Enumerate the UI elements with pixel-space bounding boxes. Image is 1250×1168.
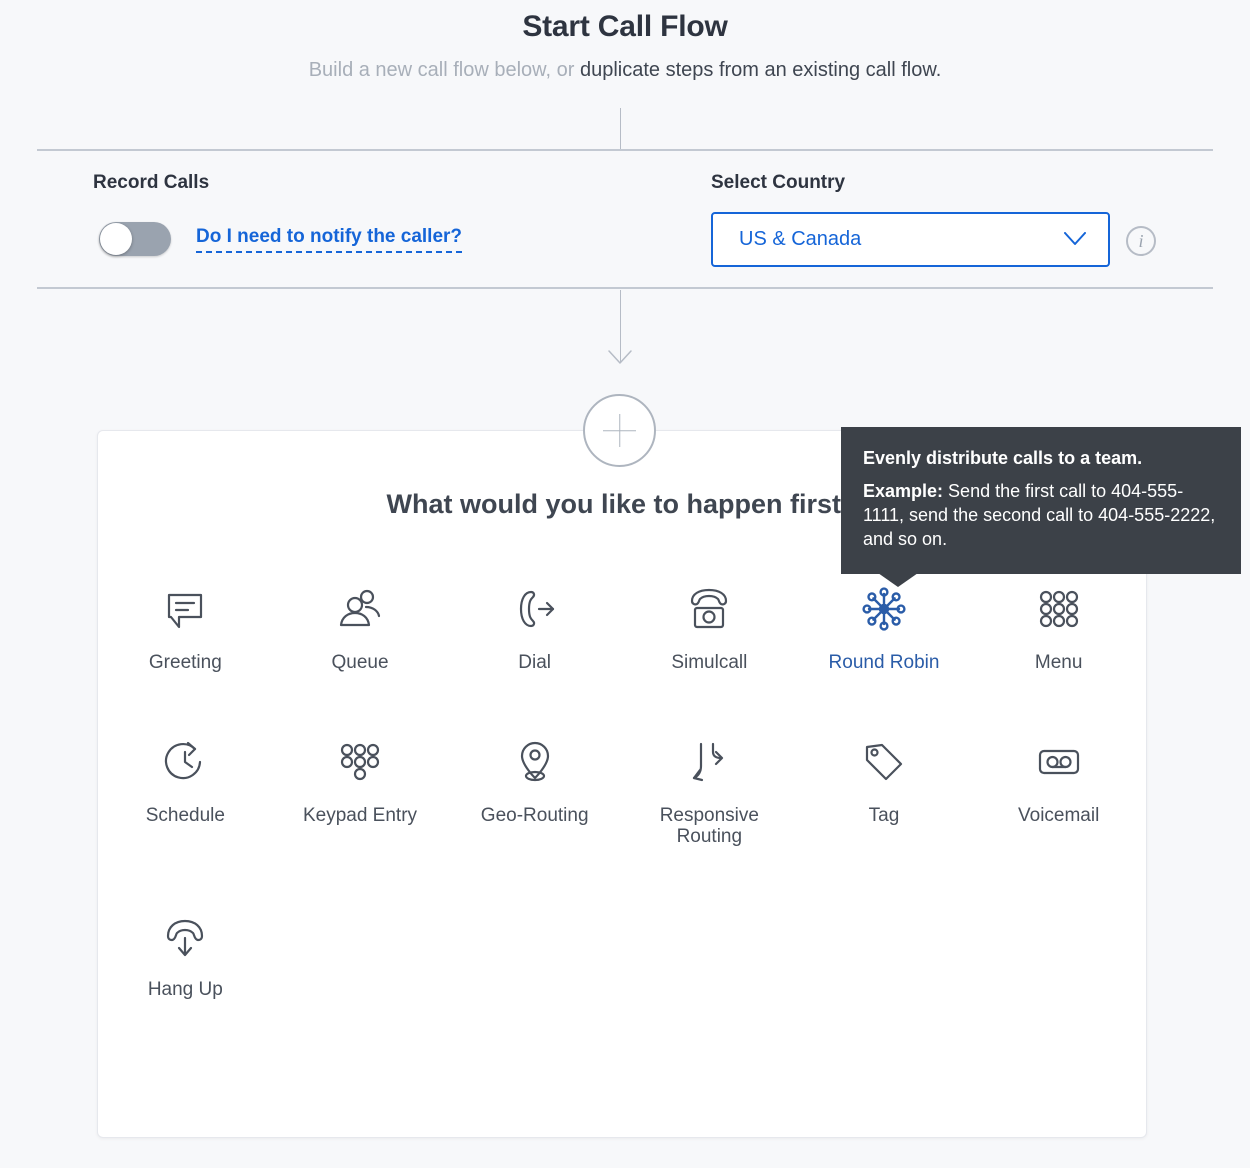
toggle-knob xyxy=(100,223,132,255)
record-calls-toggle[interactable] xyxy=(99,222,171,256)
phone-hangup-icon xyxy=(160,908,210,964)
option-menu[interactable]: Menu xyxy=(971,581,1146,674)
option-tag[interactable]: Tag xyxy=(797,734,972,848)
tag-icon xyxy=(860,734,908,790)
keypad-dots-icon xyxy=(336,734,384,790)
option-queue[interactable]: Queue xyxy=(273,581,448,674)
option-keypad-entry[interactable]: Keypad Entry xyxy=(273,734,448,848)
clock-refresh-icon xyxy=(161,734,209,790)
tooltip-example-label: Example: xyxy=(863,480,944,501)
option-label: Responsive Routing xyxy=(659,804,759,847)
round-robin-icon xyxy=(860,581,908,637)
connector-line-top xyxy=(620,108,621,150)
add-step-button[interactable] xyxy=(583,394,656,467)
option-label: Hang Up xyxy=(147,978,223,1000)
option-label: Keypad Entry xyxy=(302,804,418,826)
map-pin-icon xyxy=(511,734,559,790)
step-options-grid: Greeting Queue Dial Simulcall Round Robi… xyxy=(98,581,1146,1001)
tooltip-arrow xyxy=(878,572,918,587)
round-robin-tooltip: Evenly distribute calls to a team. Examp… xyxy=(841,427,1241,587)
option-responsive-routing[interactable]: Responsive Routing xyxy=(622,734,797,848)
country-select[interactable]: US & Canada xyxy=(711,212,1110,267)
phone-outgoing-icon xyxy=(511,581,559,637)
option-label: Tag xyxy=(868,804,900,826)
country-info-icon[interactable]: i xyxy=(1126,226,1156,256)
option-label: Geo-Routing xyxy=(480,804,589,826)
option-voicemail[interactable]: Voicemail xyxy=(971,734,1146,848)
country-select-value: US & Canada xyxy=(739,228,862,250)
record-calls-label: Record Calls xyxy=(93,172,210,193)
option-label: Dial xyxy=(518,652,552,673)
page-subtitle: Build a new call flow below, or duplicat… xyxy=(0,59,1250,82)
select-country-label: Select Country xyxy=(711,172,846,193)
divider-bottom xyxy=(37,287,1213,289)
tooltip-body: Example: Send the first call to 404-555-… xyxy=(863,480,1219,552)
arrow-down-icon xyxy=(608,350,632,364)
option-hang-up[interactable]: Hang Up xyxy=(98,908,273,1001)
tooltip-title: Evenly distribute calls to a team. xyxy=(863,448,1143,468)
option-geo-routing[interactable]: Geo-Routing xyxy=(447,734,622,848)
start-call-flow-page: Start Call Flow Build a new call flow be… xyxy=(0,0,1250,1168)
option-label: Round Robin xyxy=(828,652,940,673)
option-dial[interactable]: Dial xyxy=(447,581,622,674)
option-label: Queue xyxy=(331,652,389,673)
phone-camera-icon xyxy=(684,581,734,637)
option-label: Schedule xyxy=(145,804,225,826)
voicemail-icon xyxy=(1034,734,1084,790)
speech-bubble-icon xyxy=(161,581,209,637)
notify-caller-link[interactable]: Do I need to notify the caller? xyxy=(196,226,463,253)
option-greeting[interactable]: Greeting xyxy=(98,581,273,674)
branch-arrows-icon xyxy=(685,734,733,790)
option-label: Greeting xyxy=(148,652,222,673)
option-simulcall[interactable]: Simulcall xyxy=(622,581,797,674)
option-label: Voicemail xyxy=(1018,804,1100,826)
option-label: Menu xyxy=(1034,652,1083,673)
chevron-down-icon xyxy=(1064,232,1086,245)
duplicate-steps-link[interactable]: duplicate steps from an existing call fl… xyxy=(580,59,941,81)
page-subtitle-static: Build a new call flow below, or xyxy=(308,59,580,81)
option-label: Simulcall xyxy=(671,652,748,673)
page-title: Start Call Flow xyxy=(522,10,728,43)
grid-nine-dots-icon xyxy=(1035,581,1083,637)
option-round-robin[interactable]: Round Robin xyxy=(797,581,972,674)
people-icon xyxy=(336,581,384,637)
option-schedule[interactable]: Schedule xyxy=(98,734,273,848)
settings-row: Record Calls Do I need to notify the cal… xyxy=(0,150,1250,288)
